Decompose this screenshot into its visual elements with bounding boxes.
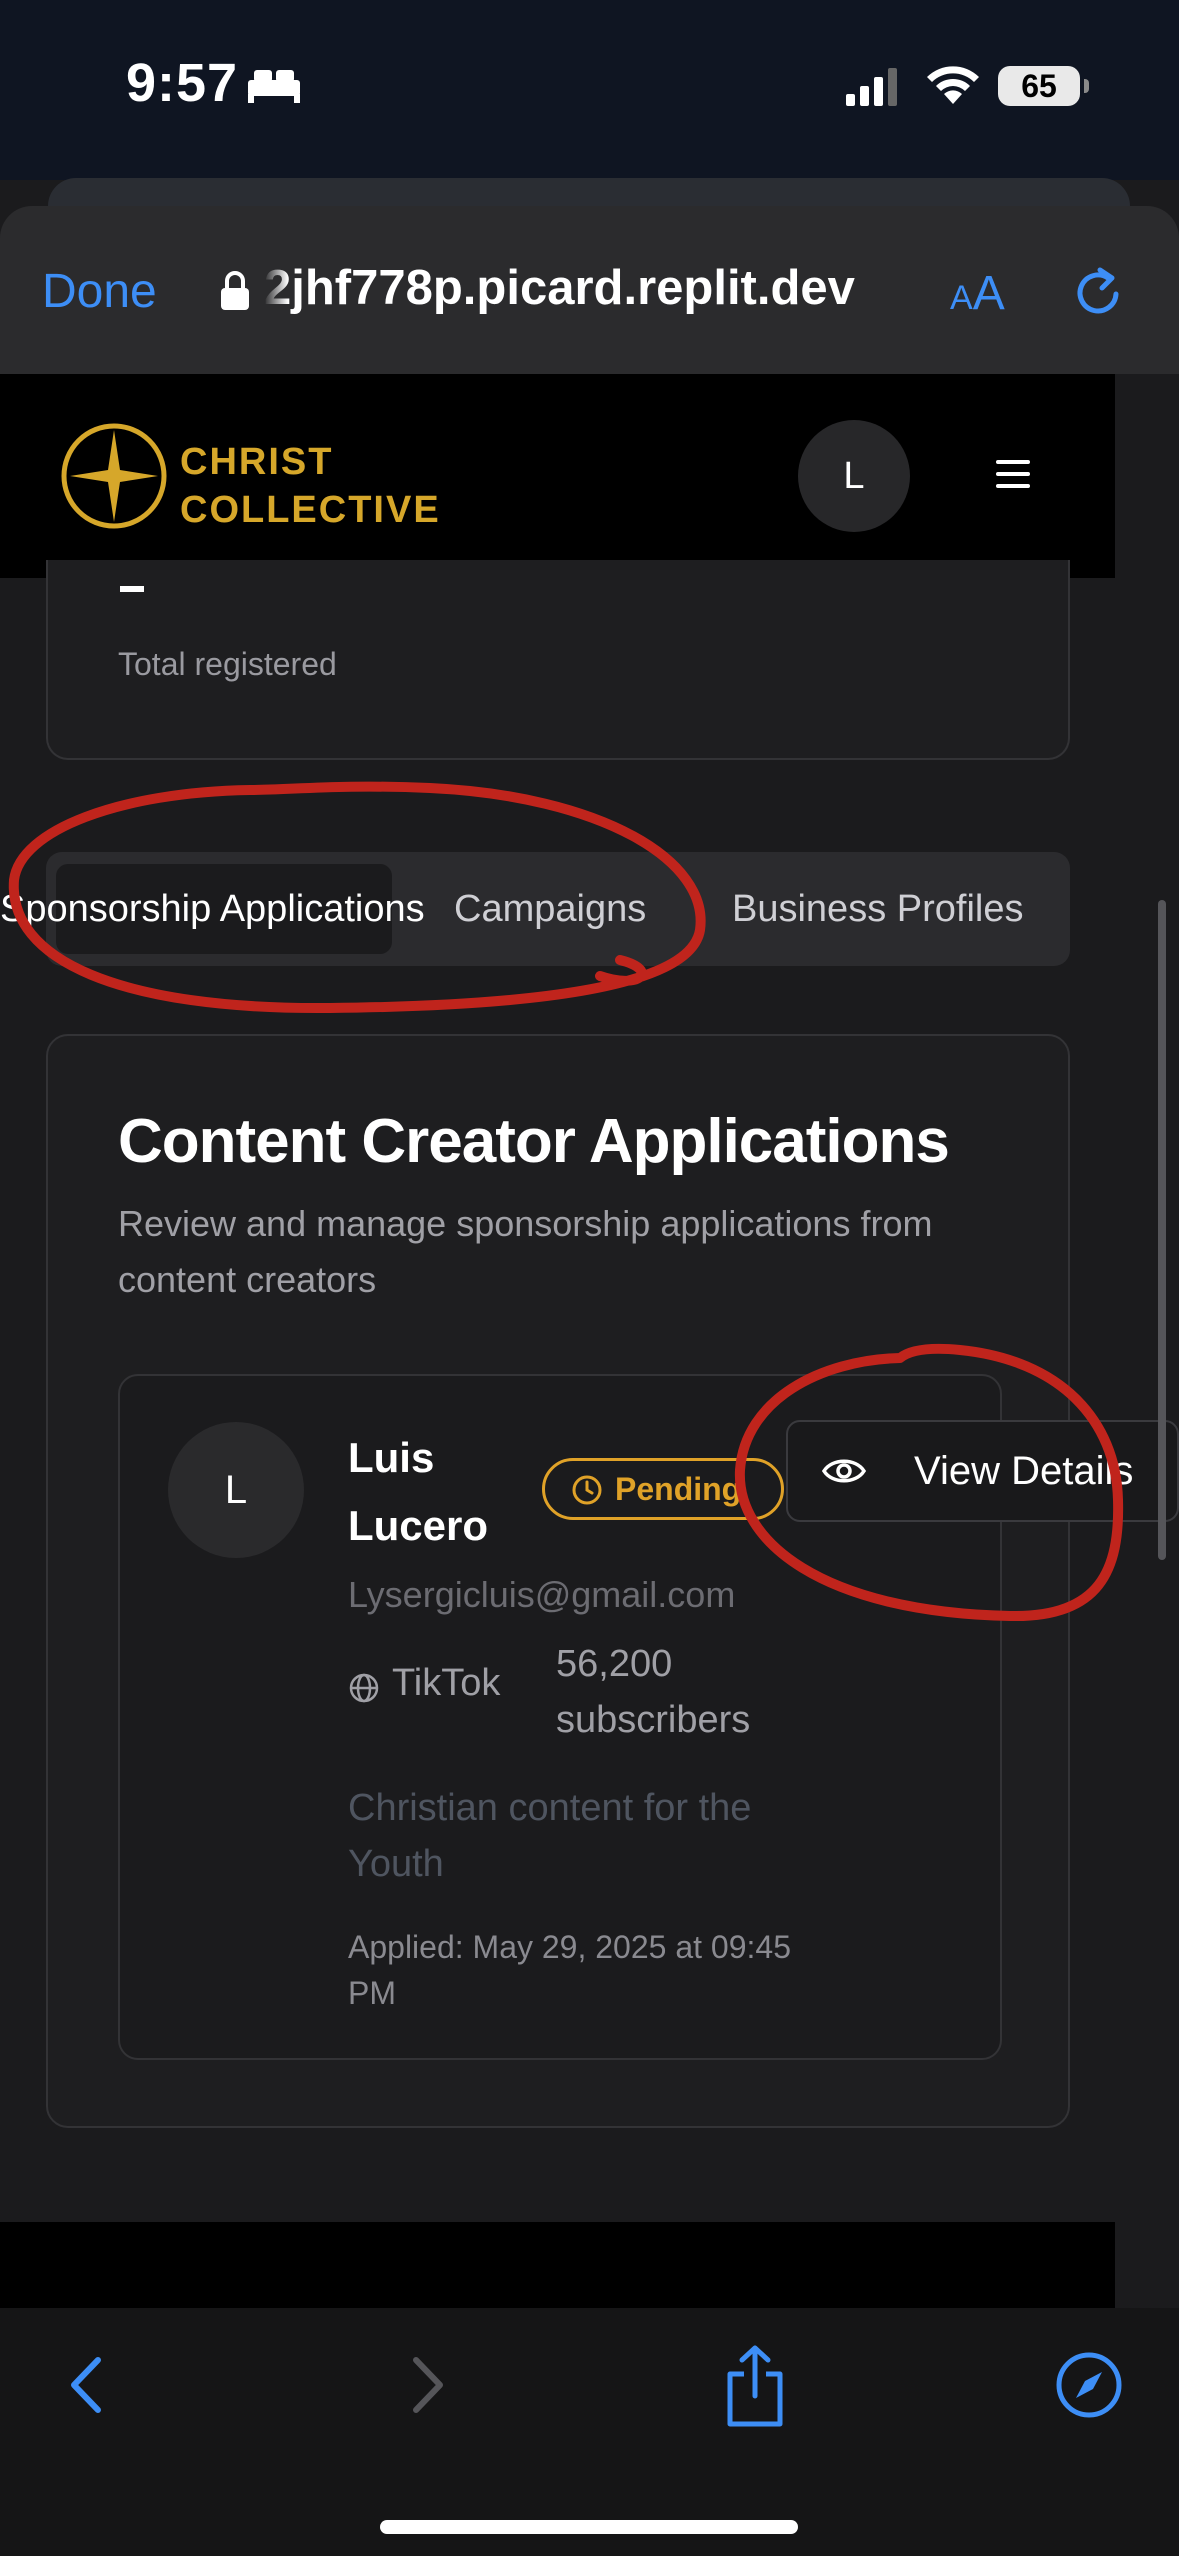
brand-line-2: COLLECTIVE	[180, 489, 441, 531]
tab-business-profiles[interactable]: Business Profiles	[732, 852, 1023, 966]
tab-sponsorship-applications[interactable]: Sponsorship Applications	[0, 852, 425, 966]
browser-address-bar: Done 2jhf778p.picard.replit.dev AA	[0, 206, 1179, 374]
globe-icon	[349, 1673, 379, 1703]
applied-date: Applied: May 29, 2025 at 09:45 PM	[348, 1929, 791, 2011]
stat-value-dash	[120, 586, 144, 592]
applications-panel: Content Creator Applications Review and …	[46, 1034, 1070, 2128]
tab-campaigns[interactable]: Campaigns	[454, 852, 646, 966]
christ-collective-logo-icon[interactable]	[60, 422, 168, 530]
scrollbar[interactable]	[1158, 900, 1166, 1560]
application-description: Christian content for the Youth	[348, 1787, 752, 1885]
applicant-name: Luis Lucero	[348, 1434, 489, 1549]
reload-icon[interactable]	[1070, 264, 1128, 322]
cellular-signal-icon	[846, 68, 897, 106]
text-size-button[interactable]: AA	[950, 266, 1005, 321]
panel-subtitle: Review and manage sponsorship applicatio…	[118, 1203, 933, 1300]
back-icon[interactable]	[58, 2350, 118, 2420]
view-details-label: View Details	[914, 1449, 1134, 1493]
status-time: 9:57	[126, 53, 239, 113]
text-size-small-label: A	[950, 279, 973, 317]
tab-bar: Sponsorship Applications Campaigns Busin…	[0, 852, 1070, 966]
user-avatar[interactable]: L	[798, 420, 910, 532]
wifi-icon	[927, 66, 979, 104]
lock-icon	[221, 271, 249, 310]
text-size-large-label: A	[972, 267, 1005, 320]
url-field[interactable]: 2jhf778p.picard.replit.dev	[264, 260, 904, 316]
home-indicator	[380, 2520, 798, 2534]
battery-indicator: 65	[998, 66, 1089, 106]
applicant-email: Lysergicluis@gmail.com	[348, 1574, 736, 1615]
compass-icon[interactable]	[1054, 2350, 1124, 2420]
share-icon[interactable]	[720, 2344, 790, 2428]
status-bar: 9:57 65	[0, 0, 1179, 180]
platform-name: TikTok	[392, 1662, 501, 1704]
clock-icon	[572, 1475, 602, 1505]
stat-label: Total registered	[118, 646, 337, 682]
brand-line-1: CHRIST	[180, 441, 334, 483]
applicant-avatar: L	[168, 1422, 304, 1558]
brand-name[interactable]: CHRIST COLLECTIVE	[180, 438, 441, 534]
menu-icon[interactable]	[996, 460, 1030, 488]
site-header: CHRIST COLLECTIVE L	[0, 374, 1115, 578]
panel-title: Content Creator Applications	[118, 1107, 950, 1176]
forward-icon[interactable]	[396, 2350, 456, 2420]
eye-icon	[822, 1459, 866, 1483]
stat-card: Total registered	[46, 560, 1070, 760]
view-details-button[interactable]: View Details	[786, 1420, 1179, 1522]
done-button[interactable]: Done	[42, 264, 157, 319]
subscriber-count: 56,200 subscribers	[556, 1643, 751, 1741]
status-text: Pending	[615, 1471, 742, 1507]
status-badge: Pending	[542, 1458, 784, 1520]
sleep-mode-icon	[248, 70, 300, 103]
site-footer	[0, 2222, 1115, 2308]
browser-toolbar	[0, 2308, 1179, 2556]
